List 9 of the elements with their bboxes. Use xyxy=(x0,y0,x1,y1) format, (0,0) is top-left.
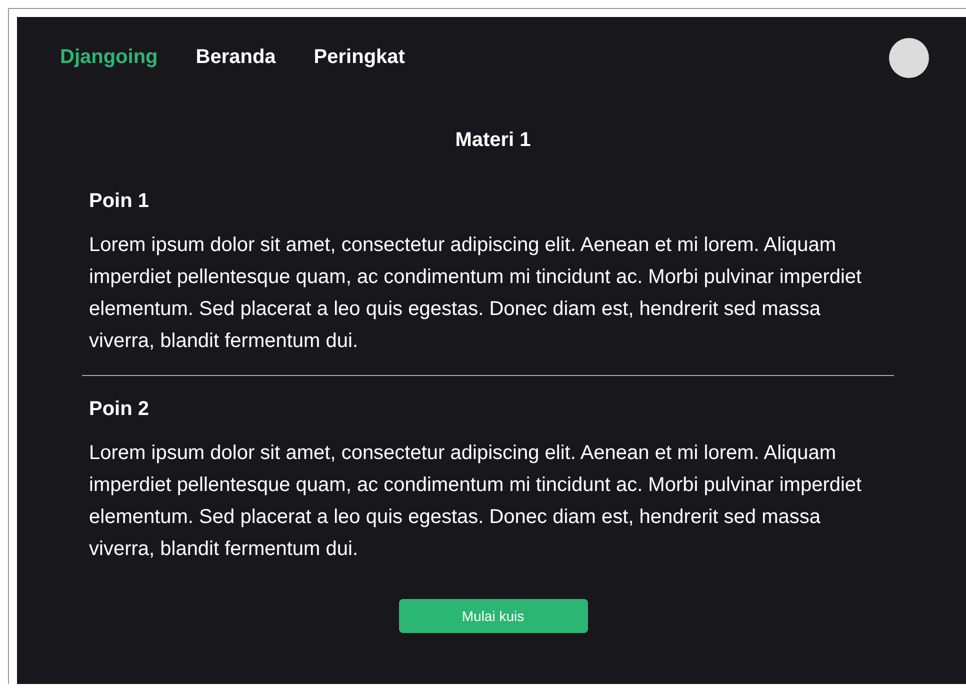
section-heading: Poin 2 xyxy=(89,398,150,421)
nav-link[interactable]: Beranda xyxy=(196,46,276,69)
section-heading: Poin 1 xyxy=(89,190,150,213)
section-paragraph: Lorem ipsum dolor sit amet, consectetur adipiscing elit. Aenean et mi lorem. Aliquam imperdiet pellentesque quam, ac condimentum mi tincidunt ac. Morbi pulvinar imperdiet elementum. Sed placerat a leo quis egestas. Donec diam est, hendrerit sed massa viverra, blandit fermentum dui. xyxy=(89,233,863,354)
section-paragraph: Lorem ipsum dolor sit amet, consectetur adipiscing elit. Aenean et mi lorem. Aliquam imperdiet pellentesque quam, ac condimentum mi tincidunt ac. Morbi pulvinar imperdiet elementum. Sed placerat a leo quis egestas. Donec diam est, hendrerit sed massa viverra, blandit fermentum dui. xyxy=(89,441,863,562)
avatar-icon[interactable] xyxy=(889,38,929,78)
brand-link[interactable]: Djangoing xyxy=(60,46,158,69)
page-title: Materi 1 xyxy=(454,129,532,152)
nav-link[interactable]: Peringkat xyxy=(314,46,405,69)
